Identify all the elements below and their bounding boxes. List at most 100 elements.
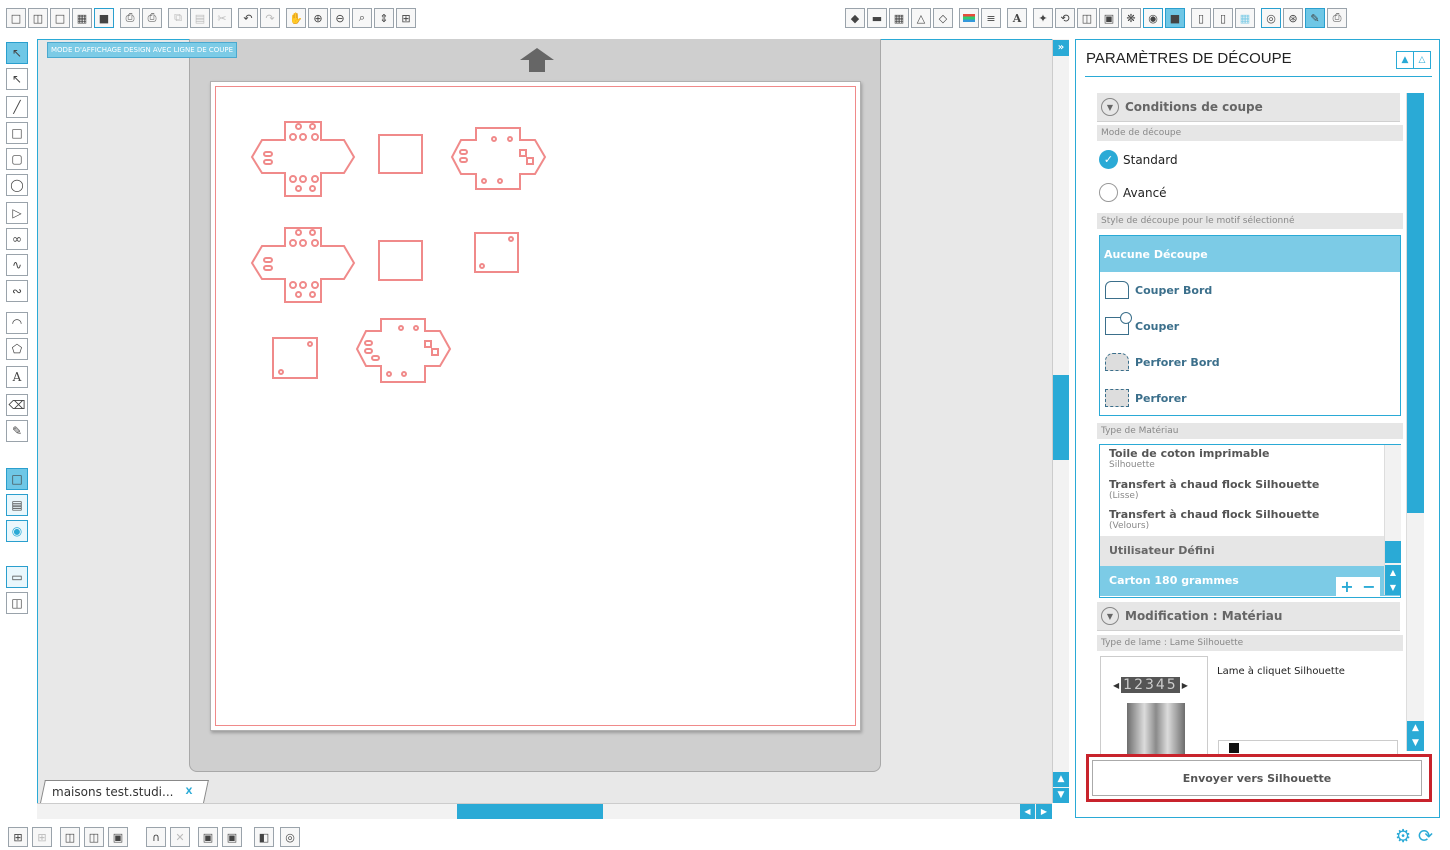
- material-sub: (Velours): [1109, 521, 1150, 531]
- user-defined-header: Utilisateur Défini: [1100, 536, 1384, 566]
- slider-handle[interactable]: [1229, 743, 1239, 753]
- style-perforate-label: Perforer: [1135, 391, 1187, 405]
- panel-pin-icon[interactable]: △: [1413, 51, 1431, 69]
- send-to-icon[interactable]: ⎙: [1327, 8, 1347, 28]
- mode-standard-label: Standard: [1123, 152, 1178, 167]
- panel-scroll-up-icon[interactable]: ▲: [1407, 721, 1424, 736]
- square-shape[interactable]: [378, 134, 423, 174]
- canvas-hscroll[interactable]: ◀ ▶: [37, 803, 1052, 819]
- add-material-button[interactable]: +: [1336, 577, 1358, 596]
- dial-left-icon[interactable]: ◀: [1113, 681, 1119, 690]
- ungroup-icon[interactable]: ⊞: [32, 827, 52, 847]
- material-scroll-up-icon[interactable]: ▲: [1385, 565, 1401, 580]
- shape-icon[interactable]: ◧: [254, 827, 274, 847]
- paint-icon[interactable]: ✎: [1305, 8, 1325, 28]
- store-icon[interactable]: ◉: [1143, 8, 1163, 28]
- style-perforate-edge-label: Perforer Bord: [1135, 355, 1220, 369]
- mode-avance-radio[interactable]: Avancé: [1099, 183, 1167, 202]
- material-item[interactable]: Toile de coton imprimable Silhouette: [1100, 447, 1384, 471]
- bottom-toolbar: ⊞ ⊞ ◫ ◫ ▣ ∩ ✕ ▣ ▣ ◧ ◎ ⚙ ⟳: [0, 824, 1450, 850]
- offset-shape-icon[interactable]: ◎: [280, 827, 300, 847]
- blade-slider[interactable]: [1218, 740, 1398, 754]
- send-to-silhouette-button[interactable]: Envoyer vers Silhouette: [1092, 760, 1422, 796]
- style-item-cut[interactable]: Couper: [1100, 308, 1400, 344]
- cross-shape[interactable]: [250, 121, 356, 197]
- collapse-circle-icon[interactable]: ▼: [1101, 607, 1119, 625]
- style-item-none[interactable]: Aucune Découpe: [1100, 236, 1400, 272]
- conditions-header[interactable]: ▼ Conditions de coupe: [1097, 93, 1400, 122]
- print-border-icon[interactable]: ◎: [1261, 8, 1281, 28]
- send-icon[interactable]: ▯: [1191, 8, 1211, 28]
- panel-scroll-thumb[interactable]: [1407, 93, 1424, 513]
- collapse-circle-icon[interactable]: ▼: [1101, 98, 1119, 116]
- send-back-icon[interactable]: ▣: [222, 827, 242, 847]
- expand-panel-icon[interactable]: »: [1053, 40, 1069, 56]
- material-name: Toile de coton imprimable: [1109, 447, 1270, 460]
- scroll-down-icon[interactable]: ▼: [1053, 788, 1069, 803]
- mode-standard-radio[interactable]: ✓ Standard: [1099, 150, 1178, 169]
- compound-icon[interactable]: ◫: [60, 827, 80, 847]
- blade-type-label: Type de lame : Lame Silhouette: [1097, 635, 1403, 651]
- bring-front-icon[interactable]: ▣: [198, 827, 218, 847]
- weld-icon[interactable]: ▣: [108, 827, 128, 847]
- cross-shape[interactable]: [250, 227, 356, 303]
- mode-label: Mode de découpe: [1097, 125, 1403, 141]
- selected-material[interactable]: Carton 180 grammes + −: [1100, 566, 1400, 596]
- panel-scroll-down-icon[interactable]: ▼: [1407, 736, 1424, 751]
- house-shape[interactable]: [355, 318, 452, 383]
- style-item-perforate-edge[interactable]: Perforer Bord: [1100, 344, 1400, 380]
- panel-collapse-icon[interactable]: ▲: [1396, 51, 1414, 69]
- canvas-vscroll[interactable]: » ▲ ▼: [1052, 39, 1069, 803]
- style-cut-label: Couper: [1135, 319, 1180, 333]
- scroll-up-icon[interactable]: ▲: [1053, 772, 1069, 787]
- perforate-icon: [1105, 389, 1129, 407]
- refresh-icon[interactable]: ⟳: [1418, 826, 1433, 847]
- align-icon[interactable]: ◫: [1077, 8, 1097, 28]
- style-item-cut-edge[interactable]: Couper Bord: [1100, 272, 1400, 308]
- vscroll-thumb[interactable]: [1053, 375, 1069, 460]
- crosshair-icon[interactable]: ⊛: [1283, 8, 1303, 28]
- material-scroll-down-icon[interactable]: ▼: [1385, 580, 1401, 595]
- delete-icon[interactable]: ✕: [170, 827, 190, 847]
- blade-image: [1127, 703, 1185, 757]
- style-label: Style de découpe pour le motif sélection…: [1097, 213, 1403, 229]
- intersect-icon[interactable]: ∩: [146, 827, 166, 847]
- panel-scrollbar[interactable]: ▲ ▼: [1406, 93, 1424, 751]
- mode-avance-label: Avancé: [1123, 185, 1167, 200]
- hscroll-thumb[interactable]: [457, 804, 603, 819]
- remove-material-button[interactable]: −: [1358, 577, 1380, 596]
- material-item[interactable]: Transfert à chaud flock Silhouette (Velo…: [1100, 508, 1384, 532]
- library-icon[interactable]: ▯: [1213, 8, 1233, 28]
- square-shape[interactable]: [378, 240, 423, 281]
- release-icon[interactable]: ◫: [84, 827, 104, 847]
- offset-icon[interactable]: ⟲: [1055, 8, 1075, 28]
- blade-dial[interactable]: ◀ 12345 ▶: [1113, 677, 1188, 693]
- material-item[interactable]: Transfert à chaud flock Silhouette (Liss…: [1100, 479, 1384, 502]
- design-shapes: [250, 121, 547, 383]
- modify-icon[interactable]: ▣: [1099, 8, 1119, 28]
- material-sub: Silhouette: [1109, 460, 1155, 470]
- trace-icon[interactable]: ❋: [1121, 8, 1141, 28]
- house-shape[interactable]: [450, 127, 547, 190]
- modification-header[interactable]: ▼ Modification : Matériau: [1097, 602, 1400, 631]
- material-name: Transfert à chaud flock Silhouette: [1109, 508, 1320, 521]
- selected-material-label: Carton 180 grammes: [1109, 574, 1239, 587]
- style-none-label: Aucune Découpe: [1104, 247, 1208, 261]
- panel-title: PARAMÈTRES DE DÉCOUPE: [1086, 50, 1292, 67]
- style-item-perforate[interactable]: Perforer: [1100, 380, 1400, 416]
- square-shape[interactable]: [474, 232, 519, 273]
- settings-icon[interactable]: ⚙: [1395, 826, 1411, 847]
- material-list-scrollbar[interactable]: ▲ ▼: [1384, 445, 1401, 595]
- material-scroll-thumb[interactable]: [1385, 541, 1401, 563]
- blade-name: Lame à cliquet Silhouette: [1217, 666, 1345, 677]
- scroll-left-icon[interactable]: ◀: [1020, 804, 1035, 819]
- cut-edge-icon: [1105, 281, 1129, 299]
- design-icon[interactable]: ■: [1165, 8, 1185, 28]
- send-button-label: Envoyer vers Silhouette: [1182, 771, 1332, 785]
- dial-right-icon[interactable]: ▶: [1182, 681, 1188, 690]
- close-tab-icon[interactable]: X: [185, 787, 192, 797]
- square-shape[interactable]: [272, 337, 318, 379]
- group-icon[interactable]: ⊞: [8, 827, 28, 847]
- scroll-right-icon[interactable]: ▶: [1036, 804, 1052, 819]
- sketch-icon[interactable]: ▦: [1235, 8, 1255, 28]
